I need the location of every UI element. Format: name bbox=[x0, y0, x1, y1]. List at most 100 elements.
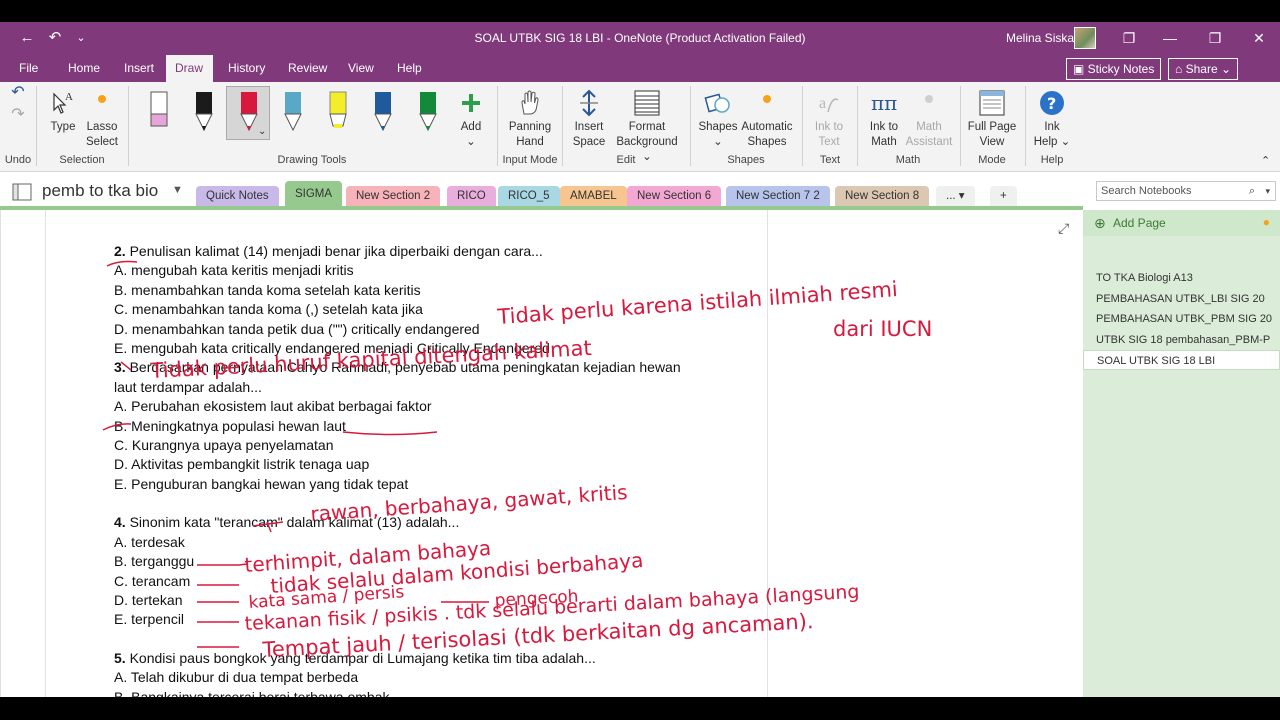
tab-draw[interactable]: Draw bbox=[166, 55, 213, 82]
collapse-ribbon-icon[interactable]: ⌃ bbox=[1261, 154, 1270, 169]
add-pen-button[interactable]: Add ⌄ bbox=[452, 88, 490, 150]
math-assistant-icon bbox=[925, 95, 933, 103]
group-drawing-tools-label: Drawing Tools bbox=[277, 154, 347, 166]
highlighter-yellow-icon[interactable] bbox=[325, 90, 351, 134]
ribbon-display-icon[interactable]: ❐ bbox=[1114, 27, 1144, 49]
tab-review[interactable]: Review bbox=[279, 55, 336, 82]
group-convert-label: Text bbox=[819, 154, 841, 166]
option-4e: E. terpencil bbox=[114, 611, 185, 628]
page-item-3[interactable]: UTBK SIG 18 pembahasan_PBM-P bbox=[1083, 330, 1280, 350]
tab-section-8[interactable]: New Section 8 bbox=[835, 186, 930, 207]
tab-file[interactable]: File bbox=[10, 55, 47, 82]
lasso-icon bbox=[98, 95, 106, 103]
chevron-down-icon: ▾ bbox=[958, 190, 965, 202]
option-4a: A. terdesak bbox=[114, 533, 185, 550]
share-icon: ⌂ bbox=[1175, 62, 1186, 76]
panning-hand-button[interactable]: Panning Hand bbox=[503, 88, 557, 150]
share-button[interactable]: ⌂ Share ⌄ bbox=[1168, 58, 1239, 80]
page-item-0[interactable]: TO TKA Biologi A13 bbox=[1083, 268, 1280, 288]
tab-section-7[interactable]: New Section 7 2 bbox=[726, 186, 830, 207]
chevron-down-icon: ⌄ bbox=[466, 136, 476, 148]
option-3b: B. Meningkatnya populasi hewan laut bbox=[114, 417, 346, 434]
divider bbox=[497, 86, 498, 166]
question-2: 2. Penulisan kalimat (14) menjadi benar … bbox=[114, 243, 543, 259]
divider bbox=[857, 86, 858, 166]
search-icon[interactable]: ⌕ bbox=[1249, 182, 1255, 200]
notebook-icon[interactable] bbox=[12, 183, 32, 201]
chevron-down-icon[interactable]: ▾ bbox=[1265, 182, 1270, 200]
ribbon: ↶ ↷ Undo A Type Lasso Select Selection ⌄ … bbox=[0, 82, 1280, 172]
search-notebooks-input[interactable]: Search Notebooks ⌕ ▾ bbox=[1096, 181, 1276, 201]
tab-section-2[interactable]: New Section 2 bbox=[346, 186, 441, 207]
tab-section-0[interactable]: Quick Notes bbox=[196, 186, 279, 207]
page-item-1[interactable]: PEMBAHASAN UTBK_LBI SIG 20 bbox=[1083, 289, 1280, 309]
pen-green-icon[interactable] bbox=[415, 90, 441, 134]
close-icon[interactable]: ✕ bbox=[1244, 27, 1274, 49]
type-button[interactable]: A Type bbox=[44, 88, 82, 135]
page-margin-line bbox=[45, 210, 46, 697]
note-content[interactable]: 2. Penulisan kalimat (14) menjadi benar … bbox=[114, 242, 754, 697]
divider bbox=[802, 86, 803, 166]
pen-black-icon[interactable] bbox=[191, 90, 217, 134]
expand-page-icon[interactable]: ⤢ bbox=[1058, 220, 1069, 237]
notebook-name[interactable]: pemb to tka bio bbox=[42, 181, 158, 201]
undo-icon[interactable]: ↶ bbox=[8, 85, 28, 101]
insert-space-icon bbox=[580, 89, 598, 117]
option-2c: C. menambahkan tanda koma (,) setelah ka… bbox=[114, 301, 423, 318]
add-section-button[interactable]: + bbox=[990, 186, 1017, 207]
pen-blue-icon[interactable] bbox=[370, 90, 396, 134]
avatar[interactable] bbox=[1074, 27, 1096, 49]
tab-section-6[interactable]: New Section 6 bbox=[627, 186, 722, 207]
page-item-4[interactable]: SOAL UTBK SIG 18 LBI bbox=[1083, 350, 1280, 370]
highlighter-pink-icon[interactable] bbox=[146, 90, 172, 134]
math-assistant-button[interactable]: Math Assistant bbox=[904, 88, 954, 150]
sticky-notes-button[interactable]: ▣ Sticky Notes bbox=[1066, 58, 1162, 80]
tab-section-5[interactable]: AMABEL bbox=[560, 186, 627, 207]
question-3-cont: laut terdampar adalah... bbox=[114, 378, 262, 395]
tab-home[interactable]: Home bbox=[59, 55, 109, 82]
minimize-icon[interactable]: — bbox=[1155, 27, 1185, 49]
group-shapes-label: Shapes bbox=[727, 154, 765, 166]
tab-section-4[interactable]: RICO_5 bbox=[498, 186, 560, 207]
option-5b: B. Bangkainya tercerai berai terbawa omb… bbox=[114, 688, 390, 697]
onenote-window: ← ↶ ⌄ SOAL UTBK SIG 18 LBI - OneNote (Pr… bbox=[0, 22, 1280, 697]
automatic-shapes-button[interactable]: Automatic Shapes bbox=[738, 88, 796, 150]
maximize-icon[interactable]: ❐ bbox=[1200, 27, 1230, 49]
divider bbox=[690, 86, 691, 166]
chevron-down-icon[interactable]: ⌄ bbox=[258, 124, 266, 139]
more-sections-button[interactable]: ... ▾ bbox=[936, 186, 975, 207]
add-page-button[interactable]: ⊕ Add Page ● bbox=[1083, 210, 1280, 236]
page-item-2[interactable]: PEMBAHASAN UTBK_PBM SIG 20 bbox=[1083, 309, 1280, 329]
option-5a: A. Telah dikubur di dua tempat berbeda bbox=[114, 669, 359, 686]
user-name[interactable]: Melina Siska bbox=[1006, 31, 1074, 45]
shapes-button[interactable]: Shapes ⌄ bbox=[698, 88, 738, 150]
tab-section-3[interactable]: RICO bbox=[447, 186, 496, 207]
full-page-view-button[interactable]: Full Page View bbox=[966, 88, 1018, 150]
option-4d: D. tertekan bbox=[114, 591, 183, 608]
ink-to-text-button[interactable]: a Ink to Text bbox=[808, 88, 850, 150]
note-container-edge bbox=[767, 210, 768, 697]
pen-galaxy-icon[interactable] bbox=[280, 90, 306, 134]
automatic-shapes-icon bbox=[763, 95, 771, 103]
ink-to-math-button[interactable]: ππ Ink to Math bbox=[862, 88, 906, 150]
notebook-dropdown-icon[interactable]: ▼ bbox=[172, 184, 183, 196]
page-canvas[interactable]: ⤢ 2. Penulisan kalimat (14) menjadi bena… bbox=[0, 210, 1083, 697]
redo-icon[interactable]: ↷ bbox=[8, 107, 28, 123]
pi-icon: ππ bbox=[871, 91, 897, 115]
lasso-select-button[interactable]: Lasso Select bbox=[84, 88, 120, 150]
tab-view[interactable]: View bbox=[339, 55, 383, 82]
tab-help[interactable]: Help bbox=[388, 55, 431, 82]
option-3c: C. Kurangnya upaya penyelamatan bbox=[114, 437, 334, 454]
group-math-label: Math bbox=[895, 154, 921, 166]
tab-history[interactable]: History bbox=[219, 55, 274, 82]
tab-insert[interactable]: Insert bbox=[115, 55, 163, 82]
divider bbox=[128, 86, 129, 166]
tab-section-1[interactable]: SIGMA bbox=[285, 181, 343, 207]
ink-help-button[interactable]: ? Ink Help ⌄ bbox=[1030, 88, 1074, 150]
insert-space-button[interactable]: Insert Space bbox=[568, 88, 610, 150]
divider bbox=[960, 86, 961, 166]
help-icon: ? bbox=[1040, 91, 1064, 115]
divider bbox=[1025, 86, 1026, 166]
add-plus-icon bbox=[462, 94, 480, 112]
